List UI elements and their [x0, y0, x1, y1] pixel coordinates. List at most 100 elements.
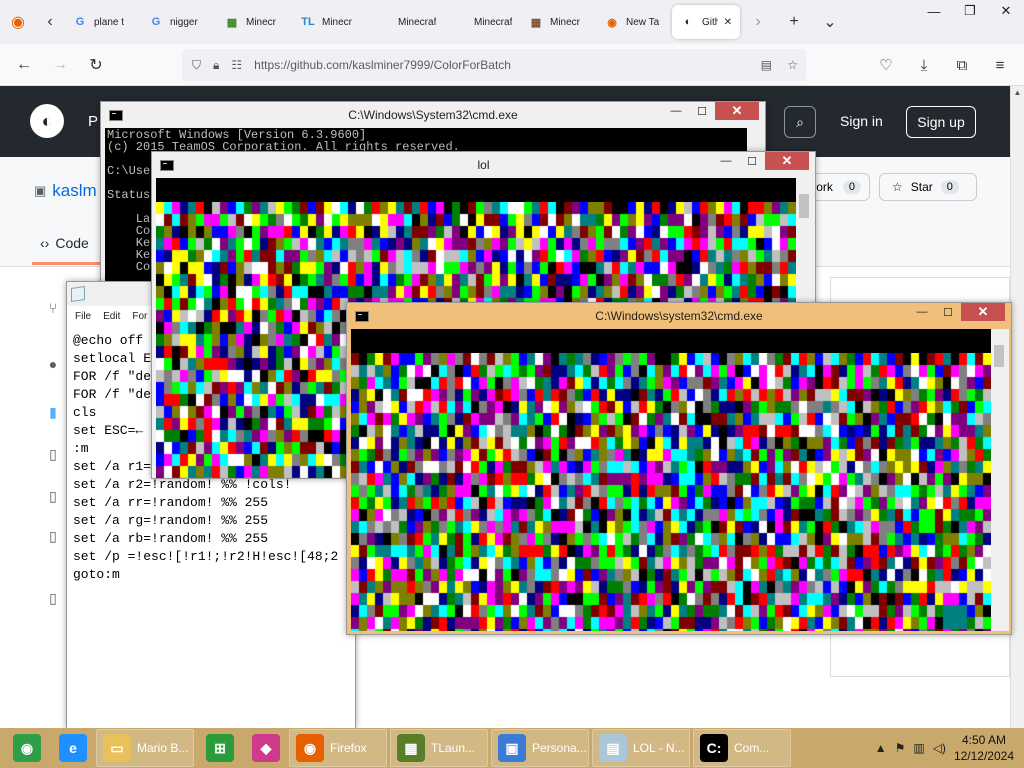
file-icon[interactable]: ▯: [40, 521, 66, 551]
reload-icon[interactable]: ↻: [78, 47, 114, 83]
tab-code[interactable]: ‹› Code: [40, 235, 89, 251]
cmd-window-front[interactable]: C:\Windows\system32\cmd.exe — ☐ ✕: [346, 302, 1012, 635]
close-icon[interactable]: ✕: [765, 152, 809, 170]
bookmark-star-icon[interactable]: ☆: [787, 58, 798, 72]
close-icon[interactable]: ✕: [961, 303, 1005, 321]
list-all-tabs-icon[interactable]: ⌄: [812, 7, 848, 37]
code-line: goto:m: [73, 566, 338, 584]
scroll-up-icon[interactable]: ▲: [1011, 86, 1024, 100]
new-tab-icon[interactable]: +: [776, 7, 812, 37]
url-bar[interactable]: ⛉ 🔒︎ ☷ https://github.com/kaslminer7999/…: [182, 49, 806, 81]
tl-icon: TL: [300, 14, 316, 30]
code-line: set /a rb=!random! %% 255: [73, 530, 338, 548]
firefox-menu-icon[interactable]: ◉: [0, 7, 36, 37]
sign-up-button[interactable]: Sign up: [906, 106, 976, 138]
book-icon[interactable]: ▯: [40, 583, 66, 613]
shield-icon[interactable]: ⛉: [192, 58, 201, 73]
scroll-thumb[interactable]: [994, 345, 1004, 367]
tray-overflow-icon[interactable]: ▲: [875, 741, 887, 755]
menu-item[interactable]: Edit: [103, 311, 120, 322]
downloads-icon[interactable]: ⤓: [906, 50, 942, 80]
browser-tab[interactable]: Gplane t: [64, 5, 140, 39]
minimize-icon[interactable]: —: [916, 0, 952, 22]
windows-taskbar: ◉ e ▭ Mario B... ⊞ ◆ ◉ Firefox ▦ TLaun... ▣ Persona…: [0, 728, 1024, 768]
header-nav-partial[interactable]: P: [88, 113, 98, 130]
tab-scroll-left-icon[interactable]: ‹: [36, 7, 64, 37]
browser-tab[interactable]: Minecraft C: [368, 5, 444, 39]
cmd-icon: [160, 160, 174, 171]
maximize-icon[interactable]: ☐: [739, 152, 765, 170]
minimize-icon[interactable]: —: [713, 152, 739, 170]
permissions-icon[interactable]: ☷: [231, 58, 242, 72]
taskbar-button[interactable]: ⊞: [197, 729, 243, 767]
url-text[interactable]: https://github.com/kaslminer7999/ColorFo…: [254, 58, 511, 72]
color-noise-grid: [351, 353, 991, 631]
code-line: set /p =!esc![!r1!;!r2!H!esc![48;2: [73, 548, 338, 566]
lol-controls: — ☐ ✕: [713, 152, 809, 172]
taskbar-button[interactable]: ◆: [243, 729, 289, 767]
cmd-back-controls: — ☐ ✕: [663, 102, 759, 122]
search-icon[interactable]: ⌕: [784, 106, 816, 138]
file-icon[interactable]: ▯: [40, 481, 66, 511]
taskbar-button[interactable]: ▦ TLaun...: [390, 729, 488, 767]
taskbar-button[interactable]: ◉ Firefox: [289, 729, 387, 767]
tab-label: Minecr: [550, 17, 580, 28]
hamburger-menu-icon[interactable]: ≡: [982, 50, 1018, 80]
forward-icon[interactable]: →: [42, 47, 78, 83]
browser-tab[interactable]: ◉ New Ta: [596, 5, 672, 39]
browser-tab[interactable]: Gnigger: [140, 5, 216, 39]
pocket-icon[interactable]: ♡: [868, 50, 904, 80]
cmd-front-scrollbar[interactable]: [991, 329, 1009, 631]
maximize-icon[interactable]: ☐: [689, 102, 715, 120]
star-button[interactable]: ☆ Star 0: [879, 173, 977, 201]
page-scrollbar[interactable]: ▲: [1010, 86, 1024, 728]
close-tab-icon[interactable]: ✕: [724, 17, 732, 28]
taskbar-button[interactable]: e: [50, 729, 96, 767]
browser-tab[interactable]: Minecraft C: [444, 5, 520, 39]
tab-label: Minecr: [322, 17, 352, 28]
close-icon[interactable]: ✕: [988, 0, 1024, 22]
minimize-icon[interactable]: —: [663, 102, 689, 120]
code-line: set /a rg=!random! %% 255: [73, 512, 338, 530]
sign-in-link[interactable]: Sign in: [840, 113, 883, 129]
fork-button[interactable]: ork 0: [808, 173, 870, 201]
minimize-icon[interactable]: —: [909, 303, 935, 321]
branch-icon[interactable]: ⑂: [40, 293, 66, 323]
close-icon[interactable]: ✕: [715, 102, 759, 120]
flag-icon[interactable]: ⚑: [895, 741, 906, 755]
back-icon[interactable]: ←: [6, 47, 42, 83]
restore-icon[interactable]: ❐: [952, 0, 988, 22]
lol-titlebar[interactable]: lol — ☐ ✕: [152, 152, 815, 178]
file-icon[interactable]: ▯: [40, 439, 66, 469]
lock-icon[interactable]: 🔒︎: [213, 58, 219, 73]
repo-owner-link[interactable]: kaslm: [52, 181, 96, 201]
network-icon[interactable]: ▥: [913, 741, 924, 755]
browser-tab[interactable]: ▦ Minecr: [520, 5, 596, 39]
scroll-thumb[interactable]: [799, 194, 809, 218]
browser-tab[interactable]: ◐ Gith ✕: [672, 5, 740, 39]
menu-item[interactable]: File: [75, 311, 91, 322]
folder-icon[interactable]: ▮: [40, 397, 66, 427]
repo-title[interactable]: ▣ kaslm: [34, 181, 97, 201]
taskbar-button[interactable]: C: Com...: [693, 729, 791, 767]
taskbar-button[interactable]: ◉: [4, 729, 50, 767]
taskbar-button[interactable]: ▭ Mario B...: [96, 729, 194, 767]
taskbar-button[interactable]: ▤ LOL - N...: [592, 729, 690, 767]
avatar[interactable]: ●: [40, 349, 66, 379]
tab-scroll-right-icon[interactable]: ›: [740, 7, 776, 37]
notepad-icon: [71, 286, 85, 302]
cmd-front-console[interactable]: [351, 329, 991, 631]
cmd-back-titlebar[interactable]: C:\Windows\System32\cmd.exe — ☐ ✕: [101, 102, 765, 128]
menu-item[interactable]: For: [132, 311, 147, 322]
volume-icon[interactable]: ◁): [933, 741, 946, 755]
clock[interactable]: 4:50 AM 12/12/2024: [954, 732, 1014, 764]
browser-tab[interactable]: ▦ Minecr: [216, 5, 292, 39]
browser-tab[interactable]: TL Minecr: [292, 5, 368, 39]
maximize-icon[interactable]: ☐: [935, 303, 961, 321]
cmd-front-titlebar[interactable]: C:\Windows\system32\cmd.exe — ☐ ✕: [347, 303, 1011, 329]
github-logo-icon[interactable]: ◐: [30, 104, 64, 138]
clock-time: 4:50 AM: [954, 732, 1014, 748]
taskbar-button[interactable]: ▣ Persona...: [491, 729, 589, 767]
extensions-icon[interactable]: ⧉: [944, 50, 980, 80]
reader-view-icon[interactable]: ▤: [761, 58, 772, 72]
